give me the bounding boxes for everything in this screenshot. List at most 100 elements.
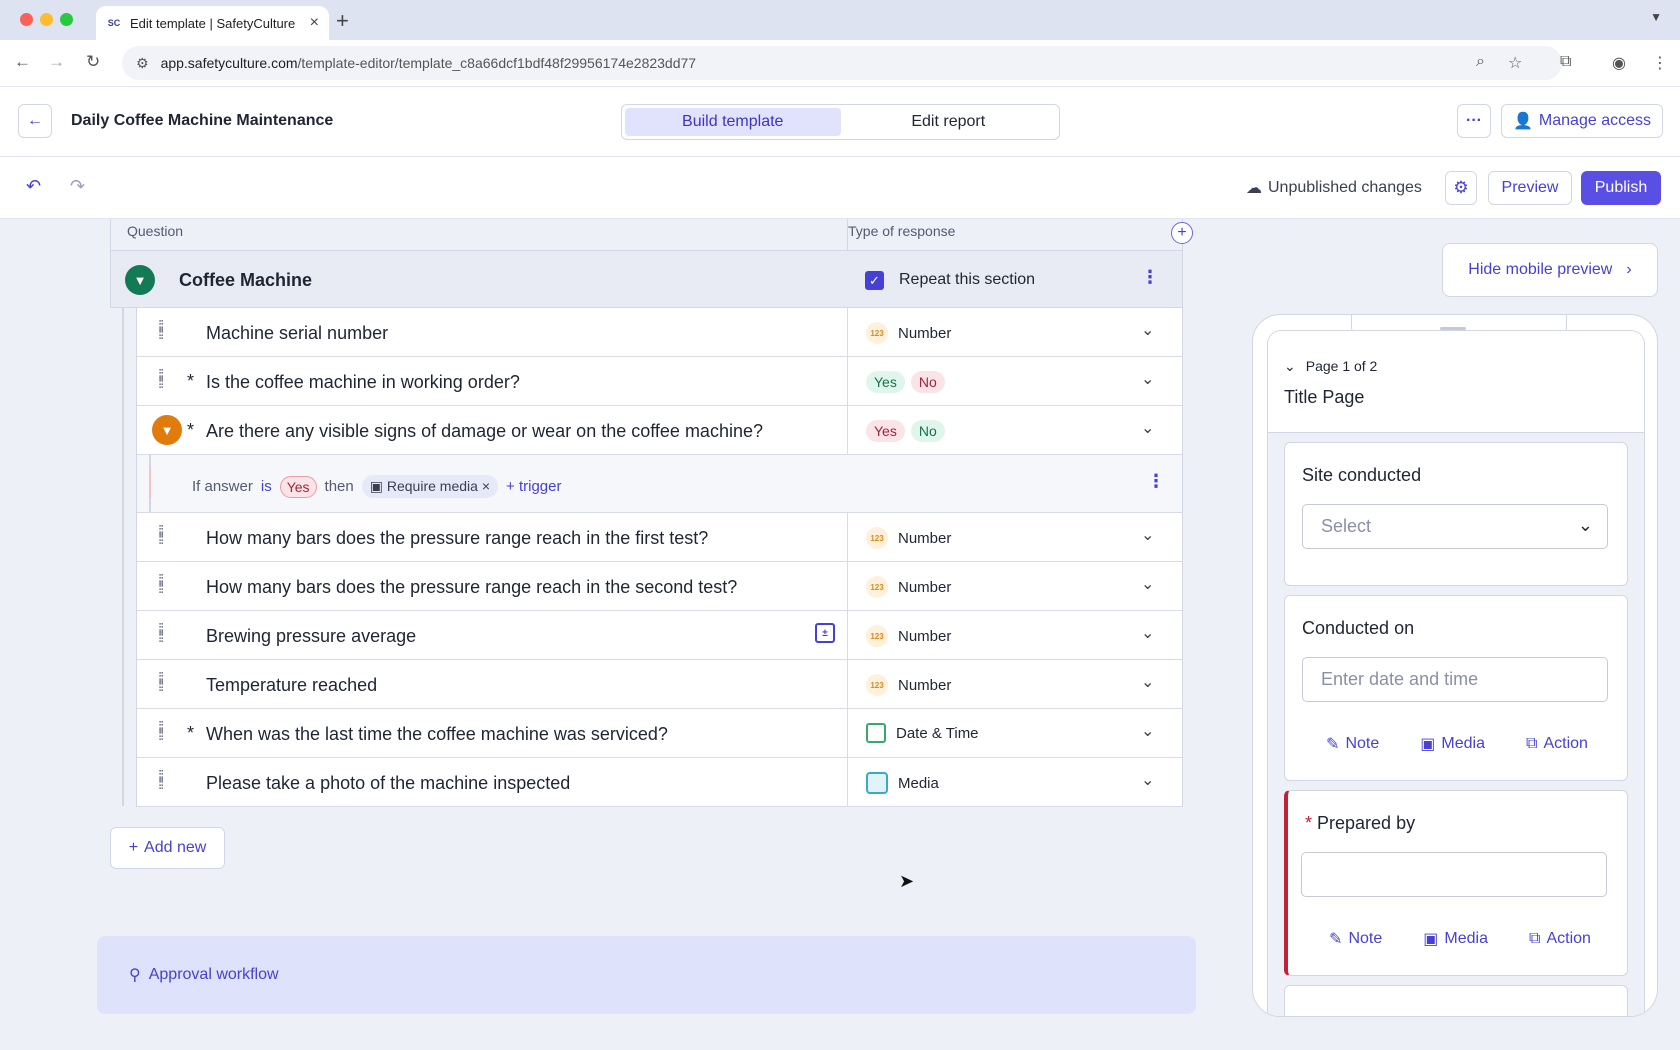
back-arrow-icon[interactable]: ← (14, 52, 31, 72)
table-row[interactable]: ⁞⁞ ⁞⁞ How many bars does the pressure ran… (137, 513, 1182, 562)
tab-build-template[interactable]: Build template (625, 108, 841, 136)
chevron-down-icon[interactable]: ⌄ (1141, 320, 1154, 340)
approval-workflow-button[interactable]: ⚲ Approval workflow (97, 936, 1196, 1014)
drag-handle-icon[interactable]: ⁞⁞ ⁞⁞ (158, 720, 165, 743)
settings-button[interactable]: ⚙ (1445, 171, 1477, 205)
date-time-input[interactable]: Enter date and time (1302, 657, 1608, 702)
response-type[interactable]: 123 Number (866, 576, 951, 598)
question-text[interactable]: Machine serial number (206, 323, 388, 344)
logic-rule-row[interactable]: If answer is Yes then ▣ Require media × … (137, 455, 1182, 513)
logic-operator[interactable]: is (261, 478, 272, 495)
drag-handle-icon[interactable]: ⁞⁞ ⁞⁞ (158, 573, 165, 596)
redo-icon[interactable]: ↷ (70, 176, 85, 197)
drag-handle-icon[interactable]: ⁞⁞ ⁞⁞ (158, 368, 165, 391)
url-field[interactable]: ⚙ app.safetyculture.com/template-editor/… (122, 46, 1562, 80)
remove-x-icon[interactable]: × (482, 478, 490, 494)
drag-handle-icon[interactable]: ⁞⁞ ⁞⁞ (158, 319, 165, 342)
manage-access-button[interactable]: 👤 Manage access (1501, 104, 1663, 138)
add-column-plus-icon[interactable]: + (1171, 222, 1193, 244)
response-type[interactable]: Media (866, 772, 939, 794)
add-new-button[interactable]: + Add new (110, 827, 225, 869)
site-info-icon[interactable]: ⚙ (136, 55, 149, 72)
response-type[interactable]: 123 Number (866, 674, 951, 696)
question-text[interactable]: When was the last time the coffee machin… (206, 724, 668, 745)
chevron-down-icon[interactable]: ⌄ (1141, 418, 1154, 438)
drag-handle-icon[interactable]: ⁞⁞ ⁞⁞ (158, 622, 165, 645)
new-tab-icon[interactable]: + (336, 8, 349, 34)
action-button[interactable]: ⧉ Action (1529, 929, 1591, 949)
table-row[interactable]: ⁞⁞ ⁞⁞ Please take a photo of the machine … (137, 758, 1182, 807)
question-text[interactable]: How many bars does the pressure range re… (206, 577, 737, 598)
require-media-chip[interactable]: ▣ Require media × (361, 475, 499, 498)
minimize-window-dot[interactable] (40, 13, 53, 26)
chevron-down-icon[interactable]: ⌄ (1141, 672, 1154, 692)
table-row[interactable]: ⁞⁞ ⁞⁞ How many bars does the pressure ran… (137, 562, 1182, 611)
question-text[interactable]: Please take a photo of the machine inspe… (206, 773, 570, 794)
reload-icon[interactable]: ↻ (86, 52, 100, 72)
table-row[interactable]: ⁞⁞ ⁞⁞ Brewing pressure average ± 123 Numbe… (137, 611, 1182, 660)
action-label: Action (1546, 930, 1591, 947)
calculator-icon[interactable]: ± (815, 623, 835, 643)
back-button[interactable]: ← (18, 104, 52, 138)
response-type[interactable]: 123 Number (866, 322, 951, 344)
close-window-dot[interactable] (20, 13, 33, 26)
table-row[interactable]: ⁞⁞ ⁞⁞ * When was the last time the coffee… (137, 709, 1182, 758)
question-text[interactable]: Are there any visible signs of damage or… (206, 421, 763, 442)
chevron-down-icon[interactable]: ⌄ (1141, 721, 1154, 741)
logic-kebab-menu-icon[interactable]: ⋮ (1147, 471, 1165, 492)
publish-button[interactable]: Publish (1581, 171, 1661, 205)
bookmark-star-icon[interactable]: ☆ (1508, 53, 1522, 73)
preview-button[interactable]: Preview (1488, 171, 1572, 205)
table-row[interactable]: ▼ * Are there any visible signs of damag… (137, 406, 1182, 455)
zoom-icon[interactable]: ⌕ (1476, 53, 1485, 71)
response-type[interactable]: Yes No (866, 420, 945, 442)
extensions-icon[interactable]: ⧉ (1560, 53, 1571, 71)
chevron-down-icon[interactable]: ⌄ (1141, 574, 1154, 594)
chevron-down-icon[interactable]: ⌄ (1141, 369, 1154, 389)
collapse-section-chevron-icon[interactable]: ▼ (125, 265, 155, 295)
repeat-section-checkbox[interactable]: ✓ (865, 271, 884, 290)
media-icon (866, 772, 888, 794)
browser-tab[interactable]: SC Edit template | SafetyCulture × (96, 6, 329, 40)
profile-icon[interactable]: ◉ (1612, 53, 1626, 73)
note-button[interactable]: ✎ Note (1326, 734, 1379, 754)
hide-mobile-preview-button[interactable]: Hide mobile preview › (1442, 243, 1658, 297)
response-type[interactable]: Yes No (866, 371, 945, 393)
section-name[interactable]: Coffee Machine (179, 270, 312, 291)
forward-arrow-icon[interactable]: → (48, 52, 65, 72)
response-type[interactable]: Date & Time (866, 723, 979, 743)
logic-value-chip[interactable]: Yes (279, 475, 317, 498)
page-selector[interactable]: ⌄ Page 1 of 2 (1284, 358, 1377, 375)
question-text[interactable]: Temperature reached (206, 675, 377, 696)
chevron-down-icon[interactable]: ⌄ (1141, 623, 1154, 643)
site-select[interactable]: Select ⌄ (1302, 504, 1608, 549)
chevron-down-icon[interactable]: ⌄ (1141, 525, 1154, 545)
drag-handle-icon[interactable]: ⁞⁞ ⁞⁞ (158, 524, 165, 547)
close-tab-icon[interactable]: × (310, 14, 319, 32)
note-button[interactable]: ✎ Note (1329, 929, 1382, 949)
chevron-down-icon[interactable]: ⌄ (1141, 770, 1154, 790)
browser-menu-icon[interactable]: ⋮ (1652, 53, 1668, 73)
table-row[interactable]: ⁞⁞ ⁞⁞ Machine serial number 123 Number ⌄ (137, 308, 1182, 357)
question-text[interactable]: Is the coffee machine in working order? (206, 372, 520, 393)
prepared-by-input[interactable] (1301, 852, 1607, 897)
question-text[interactable]: How many bars does the pressure range re… (206, 528, 708, 549)
table-row[interactable]: ⁞⁞ ⁞⁞ * Is the coffee machine in working … (137, 357, 1182, 406)
drag-handle-icon[interactable]: ⁞⁞ ⁞⁞ (158, 769, 165, 792)
action-button[interactable]: ⧉ Action (1526, 734, 1588, 754)
response-type[interactable]: 123 Number (866, 527, 951, 549)
drag-handle-icon[interactable]: ⁞⁞ ⁞⁞ (158, 671, 165, 694)
question-text[interactable]: Brewing pressure average (206, 626, 416, 647)
response-type[interactable]: 123 Number (866, 625, 951, 647)
more-options-button[interactable]: ··· (1457, 104, 1491, 138)
table-row[interactable]: ⁞⁞ ⁞⁞ Temperature reached 123 Number ⌄ (137, 660, 1182, 709)
add-trigger-link[interactable]: + trigger (506, 478, 561, 495)
media-button[interactable]: ▣ Media (1420, 734, 1485, 754)
logic-collapse-chevron-icon[interactable]: ▼ (152, 415, 182, 445)
media-button[interactable]: ▣ Media (1423, 929, 1488, 949)
section-kebab-menu-icon[interactable]: ⋮ (1141, 267, 1159, 288)
tab-search-chevron-icon[interactable]: ▼ (1650, 10, 1662, 24)
undo-icon[interactable]: ↶ (26, 176, 41, 197)
zoom-window-dot[interactable] (60, 13, 73, 26)
tab-edit-report[interactable]: Edit report (841, 108, 1057, 136)
